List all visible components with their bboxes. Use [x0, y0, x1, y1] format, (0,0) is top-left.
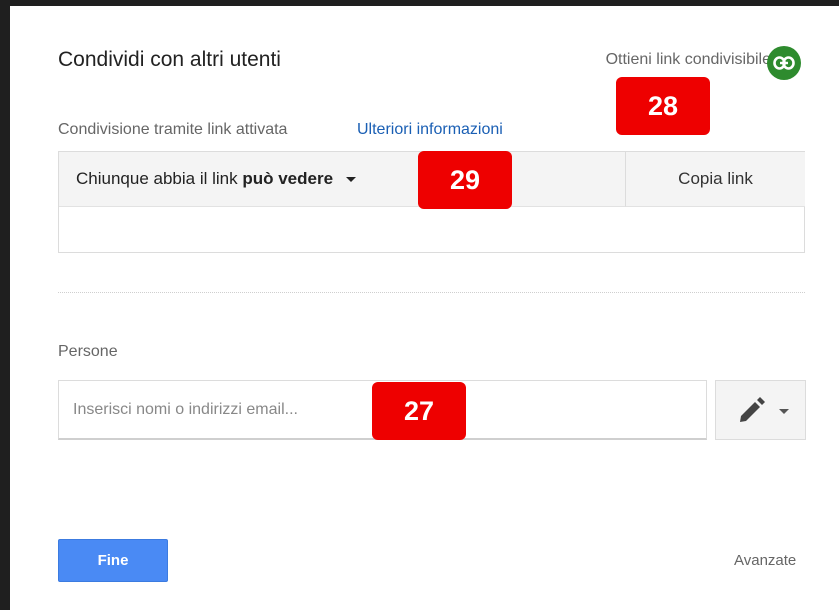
annotation-badge-27: 27 [372, 382, 466, 440]
get-shareable-link-label[interactable]: Ottieni link condivisibile [606, 51, 771, 69]
copy-link-button[interactable]: Copia link [625, 152, 805, 207]
divider [58, 292, 805, 293]
people-label: Persone [58, 343, 118, 360]
share-dialog: Condividi con altri utenti Ottieni link … [10, 6, 839, 610]
advanced-link[interactable]: Avanzate [734, 552, 796, 569]
permission-dropdown[interactable]: Chiunque abbia il link può vedere [59, 152, 626, 207]
pencil-icon [740, 397, 765, 422]
annotation-badge-29: 29 [418, 151, 512, 209]
caret-down-icon [345, 177, 356, 183]
link-icon[interactable] [767, 46, 801, 80]
link-url-field[interactable] [59, 207, 804, 252]
permission-level: può vedere [242, 169, 334, 188]
more-info-link[interactable]: Ulteriori informazioni [357, 121, 503, 139]
permission-pencil-button[interactable] [715, 380, 806, 440]
link-sharing-status: Condivisione tramite link attivata [58, 121, 288, 138]
done-button[interactable]: Fine [58, 539, 168, 582]
chevron-down-icon [779, 409, 789, 414]
permission-prefix: Chiunque abbia il link [76, 169, 238, 188]
link-glyph [773, 56, 795, 70]
annotation-badge-28: 28 [616, 77, 710, 135]
dialog-title: Condividi con altri utenti [58, 48, 281, 71]
